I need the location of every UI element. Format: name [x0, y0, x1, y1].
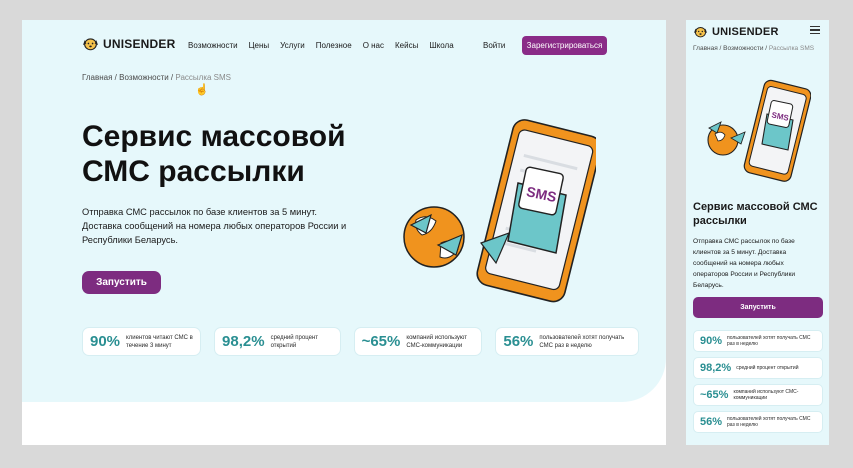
- register-button[interactable]: Зарегистрироваться: [522, 36, 607, 55]
- dog-logo-icon: [83, 38, 98, 51]
- stat-value: ~65%: [361, 333, 401, 350]
- main-nav: Возможности Цены Услуги Полезное О нас К…: [188, 41, 454, 50]
- breadcrumb-home[interactable]: Главная: [82, 73, 112, 82]
- breadcrumb-current: Рассылка SMS: [175, 73, 231, 82]
- globe-icon: [403, 206, 465, 268]
- nav-item-useful[interactable]: Полезное: [316, 41, 352, 50]
- stat-text: компаний используют СМС-коммуникации: [733, 389, 799, 401]
- hand-cursor-icon: ☝: [195, 84, 209, 96]
- stat-text: пользователей хотят получать СМС раз в н…: [539, 334, 625, 349]
- hero-description: Отправка СМС рассылок по базе клиентов з…: [82, 207, 347, 245]
- nav-item-school[interactable]: Школа: [429, 41, 453, 50]
- breadcrumb-features[interactable]: Возможности: [723, 45, 763, 52]
- stat-card: 98,2% средний процент открытий: [693, 357, 823, 379]
- dog-logo-icon: [694, 27, 707, 38]
- stat-card: 56% пользователей хотят получать СМС раз…: [495, 327, 640, 356]
- breadcrumb: Главная / Возможности / Рассылка SMS: [82, 73, 231, 82]
- stat-text: пользователей хотят получать СМС раз в н…: [727, 416, 811, 428]
- stats-list: 90% пользователей хотят получать СМС раз…: [693, 330, 823, 438]
- breadcrumb-current: Рассылка SMS: [768, 45, 815, 52]
- stat-card: ~65% компаний используют СМС-коммуникаци…: [693, 384, 823, 406]
- hamburger-menu-icon[interactable]: [810, 26, 820, 34]
- brand-logo[interactable]: UNISENDER: [82, 36, 175, 51]
- stat-value: 98,2%: [700, 362, 732, 374]
- stat-card: ~65% компаний используют СМС-коммуникаци…: [353, 327, 483, 356]
- nav-item-cases[interactable]: Кейсы: [395, 41, 418, 50]
- stat-text: пользователей хотят получать СМС раз в н…: [727, 335, 811, 347]
- login-link[interactable]: Войти: [483, 41, 505, 50]
- launch-button[interactable]: Запустить: [693, 297, 823, 318]
- nav-item-about[interactable]: О нас: [363, 41, 384, 50]
- stat-text: компаний используют СМС-коммуникации: [406, 334, 468, 349]
- brand-logo[interactable]: UNISENDER: [693, 25, 779, 38]
- sms-phone-illustration: SMS: [707, 79, 811, 182]
- brand-name: UNISENDER: [103, 36, 176, 51]
- brand-name: UNISENDER: [712, 25, 779, 38]
- stats-row: 90% клиентов читают СМС в течение 3 мину…: [82, 327, 640, 356]
- stat-card: 98,2% средний процент открытий: [214, 327, 341, 356]
- sms-phone-illustration: SMS: [403, 119, 596, 303]
- stat-text: средний процент открытий: [270, 334, 318, 349]
- stat-card: 56% пользователей хотят получать СМС раз…: [693, 411, 823, 433]
- stat-value: ~65%: [700, 389, 729, 401]
- breadcrumb-home[interactable]: Главная: [693, 45, 718, 52]
- stat-value: 56%: [503, 333, 534, 350]
- hero-description: Отправка СМС рассылок по базе клиентов з…: [693, 238, 796, 289]
- stat-text: клиентов читают СМС в течение 3 минут: [126, 334, 193, 349]
- stat-text: средний процент открытий: [736, 365, 799, 371]
- nav-item-features[interactable]: Возможности: [188, 41, 238, 50]
- stat-value: 90%: [90, 333, 121, 350]
- stat-value: 98,2%: [222, 333, 265, 350]
- stat-card: 90% пользователей хотят получать СМС раз…: [693, 330, 823, 352]
- page-title: Сервис массовой СМС рассылки: [82, 120, 346, 188]
- stat-value: 90%: [700, 335, 723, 347]
- page-title: Сервис массовой СМС рассылки: [693, 201, 818, 227]
- nav-item-services[interactable]: Услуги: [280, 41, 305, 50]
- stat-card: 90% клиентов читают СМС в течение 3 мину…: [82, 327, 202, 356]
- mobile-frame: UNISENDER Главная / Возможности / Рассыл…: [686, 20, 829, 445]
- desktop-frame: UNISENDER Возможности Цены Услуги Полезн…: [22, 20, 666, 445]
- nav-item-prices[interactable]: Цены: [249, 41, 270, 50]
- breadcrumb: Главная / Возможности / Рассылка SMS: [693, 45, 814, 52]
- stat-value: 56%: [700, 416, 723, 428]
- launch-button[interactable]: Запустить: [82, 271, 161, 294]
- breadcrumb-features[interactable]: Возможности: [119, 73, 169, 82]
